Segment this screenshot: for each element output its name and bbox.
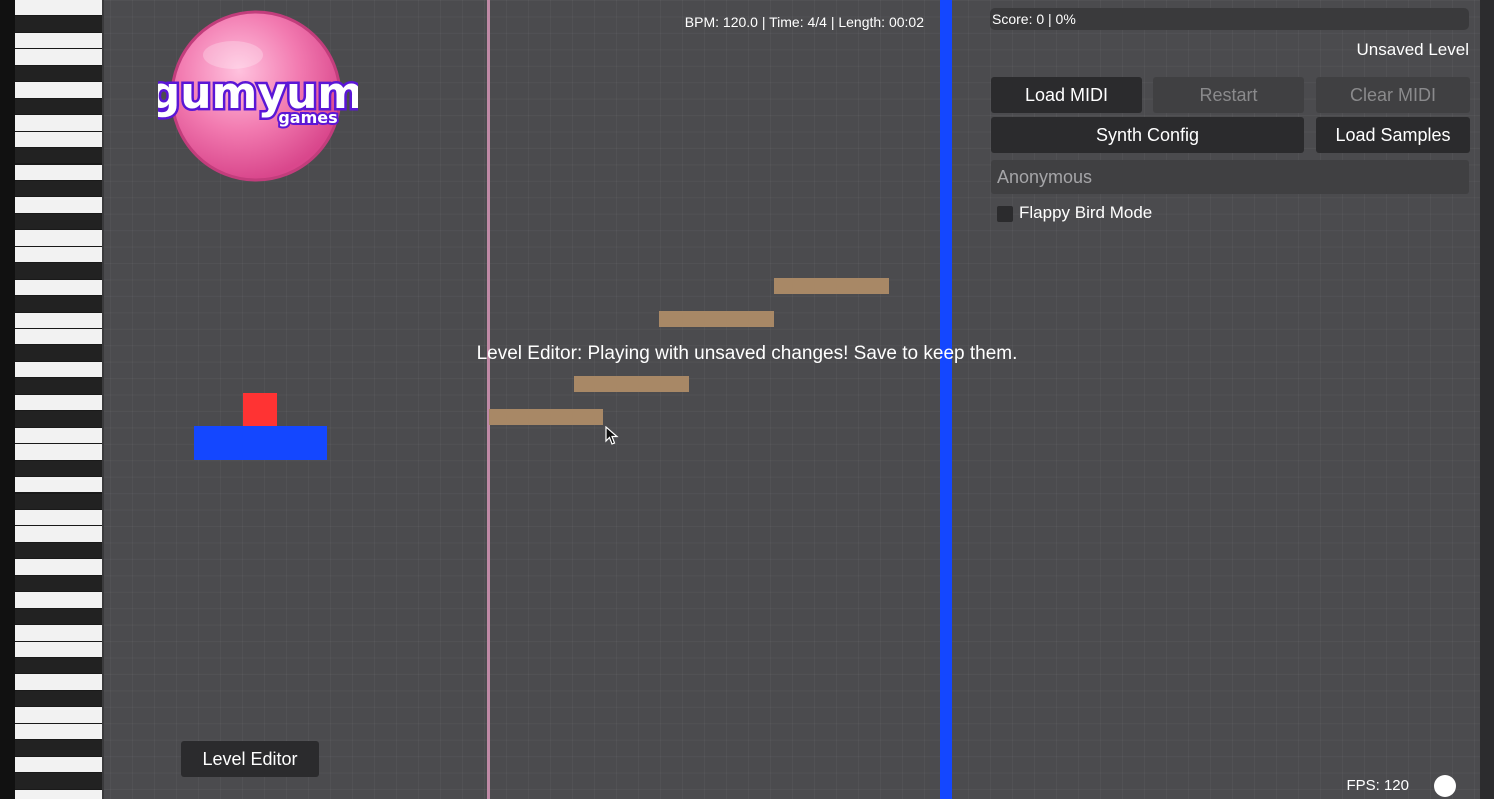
piano-key[interactable]: [15, 559, 102, 575]
piano-key[interactable]: [15, 65, 102, 82]
flappy-bird-mode-label: Flappy Bird Mode: [1019, 203, 1153, 222]
piano-key[interactable]: [15, 82, 102, 98]
game-stage[interactable]: gumyum games BPM: 120.0 | Time: 4/4 | Le…: [0, 0, 1497, 799]
piano-key[interactable]: [15, 345, 102, 361]
note-block[interactable]: [774, 278, 889, 294]
note-block[interactable]: [659, 311, 774, 327]
piano-key[interactable]: [15, 756, 102, 773]
editor-status-message: Level Editor: Playing with unsaved chang…: [476, 343, 1018, 364]
piano-key[interactable]: [15, 477, 102, 493]
piano-key[interactable]: [15, 707, 102, 723]
note-block[interactable]: [574, 376, 689, 392]
piano-key[interactable]: [15, 641, 102, 657]
piano-key[interactable]: [15, 329, 102, 345]
player-character: [243, 393, 277, 427]
fps-counter: FPS: 120: [1346, 777, 1409, 794]
piano-key[interactable]: [15, 197, 102, 213]
piano-keyboard[interactable]: [15, 0, 102, 799]
piano-key[interactable]: [15, 131, 102, 148]
right-border-shadow: [1480, 0, 1494, 799]
piano-key[interactable]: [15, 246, 102, 263]
piano-key[interactable]: [15, 263, 102, 279]
piano-key[interactable]: [15, 32, 102, 49]
piano-key[interactable]: [15, 361, 102, 378]
piano-key[interactable]: [15, 180, 102, 197]
restart-button[interactable]: Restart: [1153, 77, 1304, 113]
piano-key[interactable]: [15, 690, 102, 707]
piano-key[interactable]: [15, 444, 102, 460]
piano-key[interactable]: [15, 312, 102, 328]
piano-key[interactable]: [15, 625, 102, 641]
piano-key[interactable]: [15, 98, 102, 115]
piano-key[interactable]: [15, 164, 102, 180]
piano-key[interactable]: [15, 49, 102, 65]
piano-key[interactable]: [15, 773, 102, 789]
level-name-label: Unsaved Level: [1356, 40, 1469, 59]
piano-key[interactable]: [15, 493, 102, 509]
player-platform: [194, 426, 327, 460]
piano-key[interactable]: [15, 213, 102, 230]
hit-line: [940, 0, 952, 799]
piano-key[interactable]: [15, 509, 102, 526]
piano-edge-divider: [102, 0, 104, 799]
load-midi-button[interactable]: Load MIDI: [991, 77, 1142, 113]
level-editor-button[interactable]: Level Editor: [181, 741, 319, 777]
load-samples-button[interactable]: Load Samples: [1316, 117, 1470, 153]
piano-key[interactable]: [15, 296, 102, 312]
piano-key[interactable]: [15, 394, 102, 411]
piano-key[interactable]: [15, 674, 102, 690]
piano-key[interactable]: [15, 411, 102, 427]
piano-key[interactable]: [15, 279, 102, 296]
note-block[interactable]: [489, 409, 603, 425]
piano-key[interactable]: [15, 542, 102, 559]
synth-config-button[interactable]: Synth Config: [991, 117, 1304, 153]
playhead-line: [487, 0, 490, 799]
mouse-pointer-icon: [605, 426, 619, 445]
piano-key[interactable]: [15, 592, 102, 608]
song-info-text: BPM: 120.0 | Time: 4/4 | Length: 00:02: [684, 14, 924, 30]
piano-key[interactable]: [15, 723, 102, 740]
piano-key[interactable]: [15, 427, 102, 444]
logo-sub: games: [278, 108, 337, 127]
piano-key[interactable]: [15, 0, 102, 16]
clear-midi-button[interactable]: Clear MIDI: [1316, 77, 1470, 113]
piano-key[interactable]: [15, 148, 102, 164]
piano-key[interactable]: [15, 789, 102, 799]
status-dot-icon: [1434, 775, 1456, 797]
piano-key[interactable]: [15, 460, 102, 477]
piano-key[interactable]: [15, 230, 102, 246]
gumyum-games-logo: gumyum games: [158, 10, 358, 182]
flappy-bird-mode-checkbox[interactable]: [997, 206, 1013, 222]
piano-key[interactable]: [15, 526, 102, 542]
piano-key[interactable]: [15, 608, 102, 625]
player-name-input[interactable]: Anonymous: [991, 160, 1469, 194]
piano-key[interactable]: [15, 575, 102, 592]
piano-key[interactable]: [15, 740, 102, 756]
piano-key[interactable]: [15, 115, 102, 131]
piano-key[interactable]: [15, 658, 102, 674]
piano-key[interactable]: [15, 16, 102, 32]
piano-key[interactable]: [15, 378, 102, 394]
score-text: Score: 0 | 0%: [992, 11, 1076, 27]
left-border: [0, 0, 15, 799]
